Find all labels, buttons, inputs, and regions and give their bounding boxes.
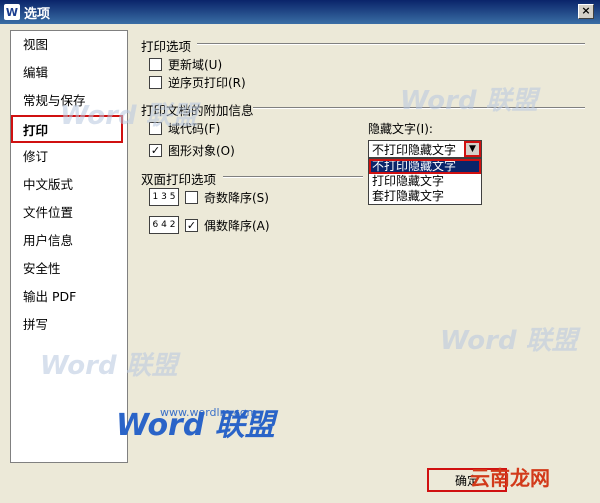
attach-info-title: 打印文档的附加信息	[141, 103, 254, 118]
reverse-order-label: 逆序页打印(R)	[168, 76, 246, 90]
drawing-objects-row[interactable]: ✓ 图形对象(O)	[149, 142, 235, 159]
update-fields-checkbox[interactable]	[149, 58, 162, 71]
odd-descending-checkbox[interactable]	[185, 190, 198, 204]
window-title: 选项	[24, 6, 51, 22]
section-divider	[223, 176, 363, 178]
odd-descending-row[interactable]: 1 3 5 奇数降序(S)	[149, 188, 269, 206]
hidden-text-label: 隐藏文字(I):	[368, 122, 433, 136]
odd-pages-icon: 1 3 5	[149, 188, 179, 206]
close-button[interactable]: ×	[578, 4, 594, 19]
sidebar-item-chinese-layout[interactable]: 中文版式	[11, 171, 127, 199]
odd-descending-label: 奇数降序(S)	[204, 190, 269, 205]
update-fields-label: 更新域(U)	[168, 58, 223, 72]
even-descending-checkbox[interactable]: ✓	[185, 218, 198, 232]
sidebar-item-general[interactable]: 常规与保存	[11, 87, 127, 115]
even-descending-row[interactable]: 6 4 2 ✓ 偶数降序(A)	[149, 216, 270, 234]
drawing-objects-checkbox[interactable]: ✓	[149, 144, 162, 157]
site-brand: 云南龙网	[470, 466, 550, 490]
sidebar-item-edit[interactable]: 编辑	[11, 59, 127, 87]
sidebar: 视图 编辑 常规与保存 打印 修订 中文版式 文件位置 用户信息 安全性 输出 …	[10, 30, 128, 463]
reverse-order-row[interactable]: 逆序页打印(R)	[149, 74, 246, 91]
hidden-text-dropdown[interactable]: 不打印隐藏文字 ▼	[368, 140, 482, 158]
title-bar: W 选项 ×	[0, 0, 600, 24]
even-pages-icon: 6 4 2	[149, 216, 179, 234]
brand-logo: Word 联盟	[116, 408, 275, 443]
sidebar-item-user-info[interactable]: 用户信息	[11, 227, 127, 255]
section-divider	[197, 43, 585, 45]
hidden-text-value: 不打印隐藏文字	[372, 142, 457, 157]
sidebar-item-view[interactable]: 视图	[11, 31, 127, 59]
drawing-objects-label: 图形对象(O)	[168, 144, 235, 158]
print-options-title: 打印选项	[141, 39, 192, 54]
reverse-order-checkbox[interactable]	[149, 76, 162, 89]
sidebar-item-output-pdf[interactable]: 输出 PDF	[11, 283, 127, 311]
sidebar-item-file-location[interactable]: 文件位置	[11, 199, 127, 227]
app-icon: W	[4, 4, 20, 20]
field-codes-label: 域代码(F)	[168, 122, 221, 136]
chevron-down-icon[interactable]: ▼	[464, 141, 481, 157]
sidebar-item-print[interactable]: 打印	[11, 115, 123, 143]
hidden-text-option[interactable]: 不打印隐藏文字	[369, 159, 481, 174]
update-fields-row[interactable]: 更新域(U)	[149, 56, 222, 73]
sidebar-item-spelling[interactable]: 拼写	[11, 311, 127, 339]
print-settings-panel: 打印选项 更新域(U) 逆序页打印(R) 打印文档的附加信息 域代码(F) ✓ …	[133, 30, 592, 463]
sidebar-item-revision[interactable]: 修订	[11, 143, 127, 171]
hidden-text-select[interactable]: 不打印隐藏文字 ▼ 不打印隐藏文字 打印隐藏文字 套打隐藏文字	[368, 140, 482, 205]
section-divider	[253, 107, 585, 109]
field-codes-checkbox[interactable]	[149, 122, 162, 135]
hidden-text-option[interactable]: 套打隐藏文字	[369, 189, 481, 204]
hidden-text-option[interactable]: 打印隐藏文字	[369, 174, 481, 189]
even-descending-label: 偶数降序(A)	[204, 218, 270, 233]
field-codes-row[interactable]: 域代码(F)	[149, 120, 220, 137]
duplex-title: 双面打印选项	[141, 172, 217, 187]
sidebar-item-security[interactable]: 安全性	[11, 255, 127, 283]
hidden-text-options: 不打印隐藏文字 打印隐藏文字 套打隐藏文字	[368, 158, 482, 205]
